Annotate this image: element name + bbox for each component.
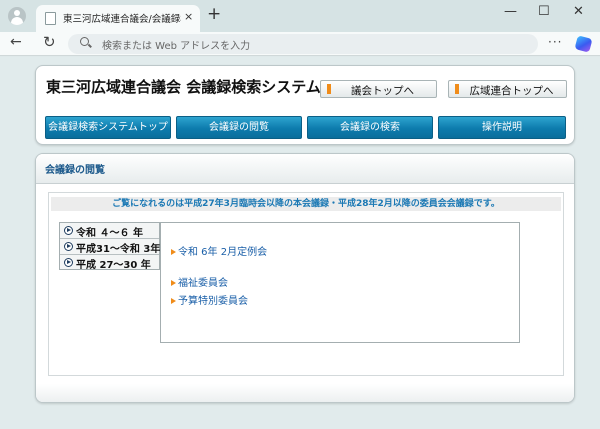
orange-triangle-icon (171, 298, 176, 304)
orange-triangle-icon (171, 249, 176, 255)
panel-footer (36, 384, 574, 402)
meeting-link-regular-session[interactable]: 令和 6年 2月定例会 (171, 243, 267, 258)
availability-notice: ご覧になれるのは平成27年3月臨時会以降の本会議録・平成28年2月以降の委員会会… (51, 197, 561, 211)
browser-toolbar: ← ↻ 検索または Web アドレスを入力 ··· (0, 32, 600, 56)
play-circle-icon (64, 242, 73, 251)
back-arrow-icon[interactable]: ← (10, 34, 22, 50)
page-favicon-icon (45, 12, 56, 25)
browse-area: ご覧になれるのは平成27年3月臨時会以降の本会議録・平成28年2月以降の委員会会… (48, 192, 564, 376)
address-bar-input[interactable]: 検索または Web アドレスを入力 (68, 34, 538, 54)
meeting-list: 令和 6年 2月定例会 福祉委員会 予算特別委員会 (160, 222, 520, 343)
browser-tab-bar: 東三河広域連合議会/会議録検索 × + — ☐ ✕ (0, 0, 600, 32)
section-header: 会議録の閲覧 (36, 154, 574, 184)
copilot-icon[interactable] (574, 35, 593, 53)
browser-tab[interactable]: 東三河広域連合議会/会議録検索 × (36, 5, 200, 32)
era-item-heisei-27-30[interactable]: 平成 27～30 年 (60, 255, 159, 271)
tab-title: 東三河広域連合議会/会議録検索 (63, 14, 181, 25)
era-item-heisei31-reiwa3[interactable]: 平成31～令和 3年 (60, 239, 161, 255)
era-item-reiwa-4-6[interactable]: 令和 ４～６ 年 (60, 223, 159, 239)
meeting-label: 令和 6年 2月定例会 (178, 247, 268, 258)
search-icon (80, 37, 89, 46)
era-list: 令和 ４～６ 年 平成31～令和 3年 平成 27～30 年 (59, 222, 161, 271)
era-label: 令和 ４～６ 年 (76, 228, 143, 239)
reload-icon[interactable]: ↻ (43, 33, 56, 51)
council-top-button[interactable]: 議会トップへ (320, 80, 437, 98)
browse-panel: 会議録の閲覧 ご覧になれるのは平成27年3月臨時会以降の本会議録・平成28年2月… (35, 153, 575, 403)
section-title: 会議録の閲覧 (45, 165, 105, 176)
tab-close-icon[interactable]: × (184, 10, 193, 23)
council-top-label: 議会トップへ (351, 85, 414, 97)
meeting-label: 予算特別委員会 (178, 296, 248, 307)
window-close-icon[interactable]: ✕ (573, 4, 584, 19)
union-top-label: 広域連合トップへ (469, 85, 554, 97)
union-top-button[interactable]: 広域連合トップへ (448, 80, 567, 98)
profile-avatar-icon[interactable] (8, 7, 26, 25)
meeting-label: 福祉委員会 (178, 278, 228, 289)
maximize-icon[interactable]: ☐ (538, 4, 550, 19)
era-label: 平成31～令和 3年 (76, 244, 161, 255)
address-placeholder: 検索または Web アドレスを入力 (102, 41, 251, 52)
meeting-link-welfare-committee[interactable]: 福祉委員会 (171, 274, 228, 289)
site-header: 東三河広域連合議会 会議録検索システム 議会トップへ 広域連合トップへ 会議録検… (35, 65, 575, 145)
meeting-link-budget-committee[interactable]: 予算特別委員会 (171, 292, 248, 307)
site-title: 東三河広域連合議会 会議録検索システム (46, 78, 321, 96)
nav-help-button[interactable]: 操作説明 (438, 116, 566, 139)
orange-triangle-icon (171, 280, 176, 286)
minimize-icon[interactable]: — (504, 4, 517, 19)
nav-browse-button[interactable]: 会議録の閲覧 (176, 116, 302, 139)
page-content: 東三河広域連合議会 会議録検索システム 議会トップへ 広域連合トップへ 会議録検… (0, 57, 600, 429)
play-circle-icon (64, 226, 73, 235)
era-label: 平成 27～30 年 (76, 260, 151, 271)
nav-search-button[interactable]: 会議録の検索 (307, 116, 433, 139)
nav-system-top-button[interactable]: 会議録検索システムトップ (45, 116, 171, 139)
play-circle-icon (64, 258, 73, 267)
new-tab-icon[interactable]: + (207, 4, 221, 24)
more-menu-icon[interactable]: ··· (548, 35, 562, 49)
